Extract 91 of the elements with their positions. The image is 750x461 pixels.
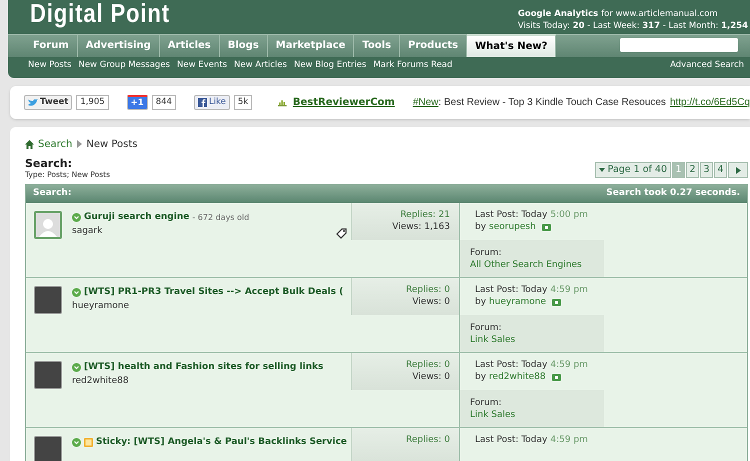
last-post-time: 4:59 pm [550, 434, 588, 446]
results-heading: Search: [33, 186, 72, 200]
views-count: Views: 0 [411, 296, 450, 308]
share-count: 1,905 [76, 95, 109, 110]
account-link[interactable]: BestReviewerCom [292, 95, 395, 110]
arrow-circle-icon [72, 438, 81, 447]
forum-link[interactable]: Link Sales [470, 335, 516, 345]
nav-tab[interactable]: Advertising [78, 34, 160, 57]
arrow-circle-icon [72, 363, 81, 372]
nav-tab[interactable]: Blogs [220, 34, 268, 57]
views-count: Views: 1,163 [391, 221, 450, 233]
caret-icon [598, 168, 605, 172]
page-menu-button[interactable]: Page 1 of 40 [594, 162, 671, 178]
forum-label: Forum: [470, 322, 503, 334]
hashtag-link[interactable]: #New [412, 95, 438, 110]
go-to-post-icon [542, 224, 551, 230]
thread-title-link[interactable]: [WTS] health and Fashion sites for selling links [84, 360, 324, 374]
views-count: Views: 0 [411, 371, 450, 383]
nav-tab[interactable]: Forum [25, 34, 78, 57]
search-time: Search took 0.27 seconds. [606, 186, 740, 200]
replies-count: Replies: 0 [405, 284, 450, 296]
breadcrumb-link[interactable]: Search [38, 136, 72, 152]
site-logo[interactable]: Digital Point [30, 0, 170, 26]
replies-count: Replies: 0 [405, 434, 450, 446]
home-icon [25, 140, 34, 148]
share-count: 844 [152, 95, 176, 110]
last-post-label: Last Post: Today [475, 209, 548, 221]
username-link[interactable]: seorupesh [489, 221, 536, 233]
nav-tab[interactable]: Marketplace [268, 34, 354, 57]
nav-tab[interactable]: Articles [160, 34, 220, 57]
avatar-photo [34, 286, 62, 314]
nav-link[interactable]: Mark Forums Read [373, 59, 452, 72]
tweet-text: : Best Review - Top 3 Kindle Touch Case Resouces [438, 96, 666, 110]
go-to-post-icon [552, 374, 561, 380]
analytics-stats: Visits Today: 20 - Last Week: 317 - Last Month: 1,254 [518, 20, 748, 32]
search-heading: Search: [25, 157, 73, 170]
replies-count: Replies: 21 [399, 209, 450, 221]
last-post-label: Last Post: Today [475, 284, 548, 296]
analytics-title: Google Analytics [518, 8, 598, 20]
like-button[interactable]: Like [194, 95, 230, 110]
username-link[interactable]: hueyramone [72, 300, 130, 314]
avatar-photo [34, 361, 62, 389]
f-logo-icon [198, 98, 207, 107]
arrow-icon [736, 166, 740, 174]
bird-icon [28, 98, 38, 106]
forum-link[interactable]: All Other Search Engines [470, 260, 582, 270]
next-page-button[interactable] [728, 162, 748, 178]
username-link[interactable]: sagark [72, 225, 102, 238]
replies-count: Replies: 0 [405, 359, 450, 371]
thread-age: - 672 days old [192, 212, 250, 224]
username-link[interactable]: red2white88 [72, 375, 129, 388]
by-label: by [475, 221, 486, 233]
nav-tab[interactable]: Tools [354, 34, 400, 57]
username-link[interactable]: hueyramone [489, 296, 546, 308]
page-link[interactable]: 4 [714, 162, 727, 178]
tweet-button[interactable]: Tweet [24, 95, 72, 110]
nav-link[interactable]: New Events [176, 59, 228, 72]
thread-title-link[interactable]: [WTS] PR1-PR3 Travel Sites --> Accept Bulk Deals ( [84, 286, 344, 300]
avatar-photo [34, 436, 62, 461]
by-label: by [475, 371, 486, 383]
analytics-site: for www.articlemanual.com [601, 8, 718, 20]
plus-one-button[interactable]: +1 [126, 95, 148, 110]
thread-title-link[interactable]: Sticky: [WTS] Angela's & Paul's Backlinks Service [96, 436, 347, 450]
forum-label: Forum: [470, 247, 503, 259]
go-to-post-icon [552, 298, 562, 306]
arrow-circle-icon [72, 288, 81, 297]
thread-title-link[interactable]: Guruji search engine [84, 210, 190, 224]
nav-link[interactable]: New Posts [28, 59, 72, 72]
nav-tab[interactable]: What's New? [467, 34, 556, 57]
arrow-icon [76, 140, 82, 148]
advanced-search-link[interactable]: Advanced Search [670, 59, 744, 72]
person-icon [38, 217, 58, 237]
nav-link[interactable]: New Articles [234, 59, 287, 72]
share-count: 5k [234, 95, 252, 110]
breadcrumb-link[interactable]: New Posts [86, 136, 138, 152]
arrow-circle-icon [72, 213, 81, 222]
nav-link[interactable]: New Blog Entries [294, 59, 366, 72]
page-link[interactable]: 2 [686, 162, 699, 178]
last-post-label: Last Post: Today [475, 434, 548, 446]
last-post-label: Last Post: Today [475, 359, 548, 371]
username-link[interactable]: red2white88 [489, 371, 546, 383]
last-post-time: 5:00 pm [550, 209, 588, 221]
forum-link[interactable]: Link Sales [470, 410, 516, 420]
page-link[interactable]: 3 [700, 162, 713, 178]
forum-label: Forum: [470, 397, 503, 409]
nav-link[interactable]: New Group Messages [78, 59, 170, 72]
last-post-time: 4:59 pm [550, 359, 588, 371]
tweet-url-link[interactable]: http://t.co/6Ed5Cq [670, 95, 750, 110]
search-field[interactable] [620, 38, 738, 52]
by-label: by [475, 296, 486, 308]
last-post-time: 4:59 pm [550, 284, 588, 296]
